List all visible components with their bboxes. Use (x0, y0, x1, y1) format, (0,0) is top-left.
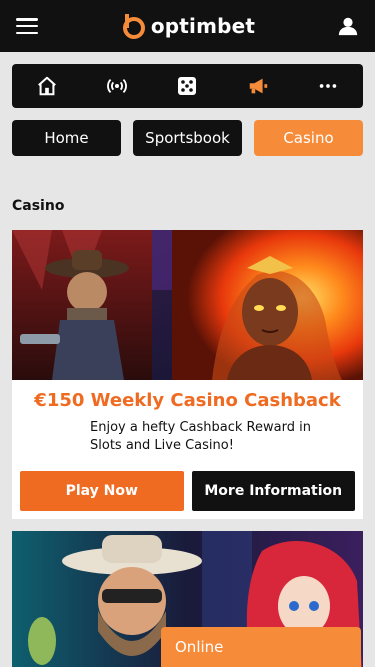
tab-sportsbook[interactable]: Sportsbook (133, 120, 242, 156)
dice-icon[interactable] (167, 66, 207, 106)
promo-description: Enjoy a hefty Cashback Reward in Slots a… (90, 420, 311, 453)
megaphone-icon[interactable] (238, 66, 278, 106)
promo-card: €150 Weekly Casino Cashback Enjoy a heft… (12, 230, 363, 519)
play-now-button[interactable]: Play Now (20, 471, 184, 511)
top-header: optimbet (0, 0, 375, 52)
user-icon[interactable] (337, 15, 359, 37)
section-title: Casino (12, 198, 65, 214)
promo-banner-image[interactable] (12, 230, 363, 380)
promo-title: €150 Weekly Casino Cashback (34, 390, 341, 411)
icon-nav-bar (12, 64, 363, 108)
logo[interactable]: optimbet (120, 13, 255, 39)
online-chat-button[interactable]: Online (161, 627, 361, 667)
hamburger-icon[interactable] (16, 18, 38, 34)
tab-home[interactable]: Home (12, 120, 121, 156)
home-icon[interactable] (27, 66, 67, 106)
logo-text: optimbet (150, 14, 256, 38)
tab-casino[interactable]: Casino (254, 120, 363, 156)
live-broadcast-icon[interactable] (97, 66, 137, 106)
main-tabs: Home Sportsbook Casino (12, 120, 363, 156)
more-information-button[interactable]: More Information (191, 471, 355, 511)
logo-mark-icon (122, 14, 145, 39)
more-icon[interactable] (308, 66, 348, 106)
